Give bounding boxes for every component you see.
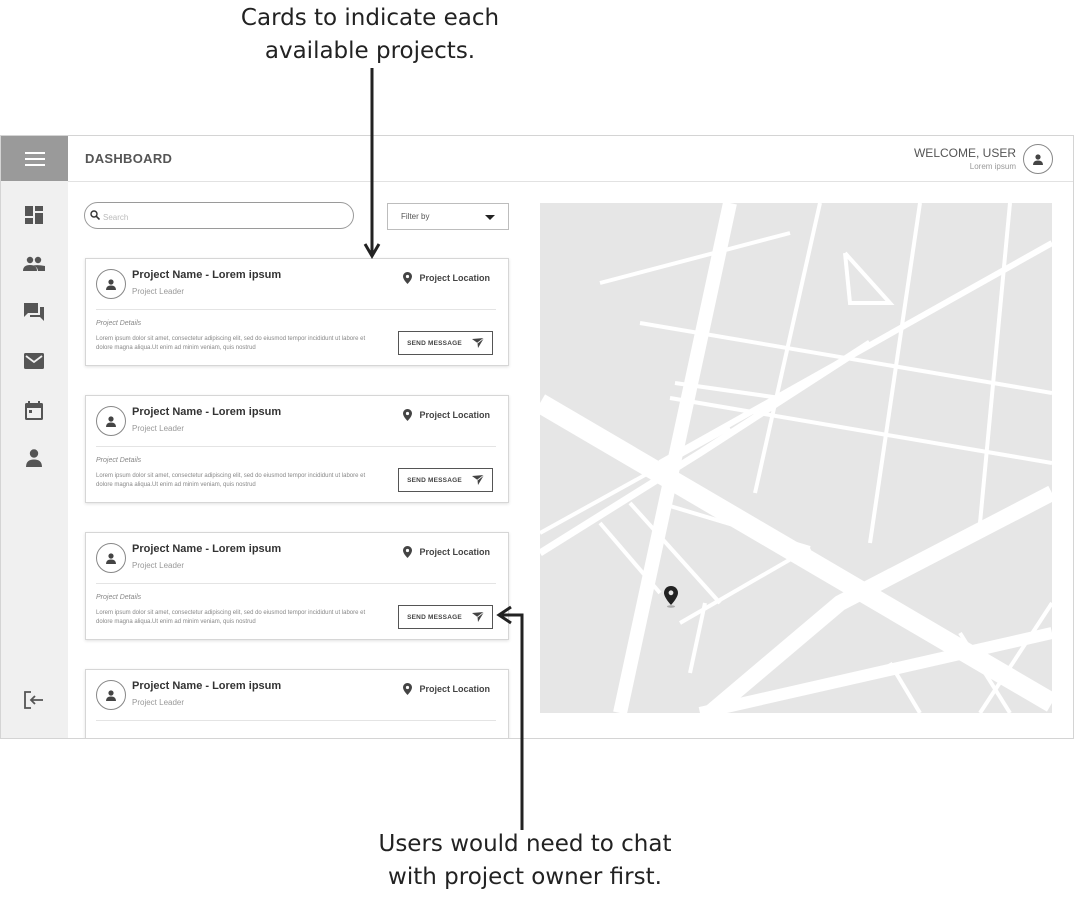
send-message-label: SEND MESSAGE: [407, 339, 462, 347]
project-avatar: [96, 680, 126, 710]
calendar-icon: [25, 400, 43, 420]
search-box[interactable]: [84, 202, 354, 229]
project-name: Project Name - Lorem ipsum: [132, 269, 282, 281]
page-title: DASHBOARD: [85, 151, 173, 166]
user-icon: [106, 689, 116, 701]
send-message-button[interactable]: SEND MESSAGE: [398, 468, 493, 492]
annotation-cards: Cards to indicate each available project…: [240, 5, 500, 64]
arrow-down-to-card: [363, 68, 381, 259]
project-name: Project Name - Lorem ipsum: [132, 406, 282, 418]
sidebar-item-calendar[interactable]: [22, 398, 46, 422]
project-card[interactable]: Project Name - Lorem ipsum Project Leade…: [85, 258, 509, 366]
send-message-label: SEND MESSAGE: [407, 613, 462, 621]
project-details-label: Project Details: [96, 457, 142, 464]
filter-label: Filter by: [401, 212, 430, 221]
send-icon: [471, 475, 484, 485]
search-icon: [90, 210, 100, 220]
person-icon: [26, 449, 42, 467]
project-location-text: Project Location: [419, 684, 490, 694]
send-icon: [471, 612, 484, 622]
project-card[interactable]: Project Name - Lorem ipsum Project Leade…: [85, 532, 509, 640]
project-location-text: Project Location: [419, 547, 490, 557]
project-location: Project Location: [403, 409, 490, 421]
sidebar-item-mail[interactable]: [22, 349, 46, 373]
mail-icon: [24, 353, 44, 369]
send-icon: [471, 338, 484, 348]
welcome-block: WELCOME, USER Lorem ipsum: [914, 146, 1016, 171]
map-view[interactable]: [540, 203, 1052, 713]
sidebar-item-logout[interactable]: [22, 688, 46, 712]
location-pin-icon: [403, 683, 413, 695]
user-icon: [106, 552, 116, 564]
search-input[interactable]: [101, 208, 345, 226]
project-description: Lorem ipsum dolor sit amet, consectetur …: [96, 610, 366, 625]
top-bar: DASHBOARD WELCOME, USER Lorem ipsum: [68, 136, 1073, 182]
sidebar-item-people[interactable]: [22, 252, 46, 276]
menu-button[interactable]: [1, 136, 68, 181]
project-avatar: [96, 269, 126, 299]
user-icon: [106, 415, 116, 427]
project-leader: Project Leader: [132, 698, 185, 707]
location-pin-icon: [403, 272, 413, 284]
dashboard-icon: [25, 206, 43, 224]
project-leader: Project Leader: [132, 287, 185, 296]
send-message-button[interactable]: SEND MESSAGE: [398, 331, 493, 355]
map-streets: [540, 203, 1052, 713]
user-icon: [1033, 153, 1043, 165]
project-avatar: [96, 406, 126, 436]
project-name: Project Name - Lorem ipsum: [132, 543, 282, 555]
project-description: Lorem ipsum dolor sit amet, consectetur …: [96, 473, 366, 488]
project-leader: Project Leader: [132, 561, 185, 570]
project-card[interactable]: Project Name - Lorem ipsum Project Leade…: [85, 669, 509, 738]
welcome-text: WELCOME, USER: [913, 146, 1016, 160]
chat-icon: [24, 303, 44, 321]
project-card[interactable]: Project Name - Lorem ipsum Project Leade…: [85, 395, 509, 503]
caret-down-icon: [485, 215, 495, 220]
sidebar-item-chat[interactable]: [22, 300, 46, 324]
people-icon: [23, 256, 45, 271]
sidebar-item-profile[interactable]: [22, 446, 46, 470]
project-name: Project Name - Lorem ipsum: [132, 680, 282, 692]
project-leader: Project Leader: [132, 424, 185, 433]
app-window: DASHBOARD WELCOME, USER Lorem ipsum Filt…: [0, 135, 1074, 739]
project-location: Project Location: [403, 546, 490, 558]
hamburger-icon: [24, 151, 45, 166]
location-pin-icon: [403, 409, 413, 421]
sidebar: [1, 136, 68, 738]
filter-dropdown[interactable]: Filter by: [387, 203, 509, 230]
card-divider: [96, 446, 496, 447]
card-divider: [96, 583, 496, 584]
user-icon: [106, 278, 116, 290]
card-divider: [96, 309, 496, 310]
user-avatar[interactable]: [1023, 144, 1053, 174]
location-pin-icon: [403, 546, 413, 558]
send-message-label: SEND MESSAGE: [407, 476, 462, 484]
arrow-to-send-button: [496, 605, 524, 830]
project-location: Project Location: [403, 272, 490, 284]
send-message-button[interactable]: SEND MESSAGE: [398, 605, 493, 629]
project-description: Lorem ipsum dolor sit amet, consectetur …: [96, 336, 366, 351]
project-location: Project Location: [403, 683, 490, 695]
project-location-text: Project Location: [419, 273, 490, 283]
project-avatar: [96, 543, 126, 573]
logout-icon: [24, 691, 43, 709]
project-details-label: Project Details: [96, 320, 142, 327]
map-pin-icon[interactable]: [664, 586, 678, 608]
project-location-text: Project Location: [419, 410, 490, 420]
annotation-chat: Users would need to chat with project ow…: [378, 831, 672, 890]
card-divider: [96, 720, 496, 721]
sidebar-item-dashboard[interactable]: [22, 203, 46, 227]
project-details-label: Project Details: [96, 594, 142, 601]
welcome-subtext: Lorem ipsum: [969, 162, 1016, 171]
